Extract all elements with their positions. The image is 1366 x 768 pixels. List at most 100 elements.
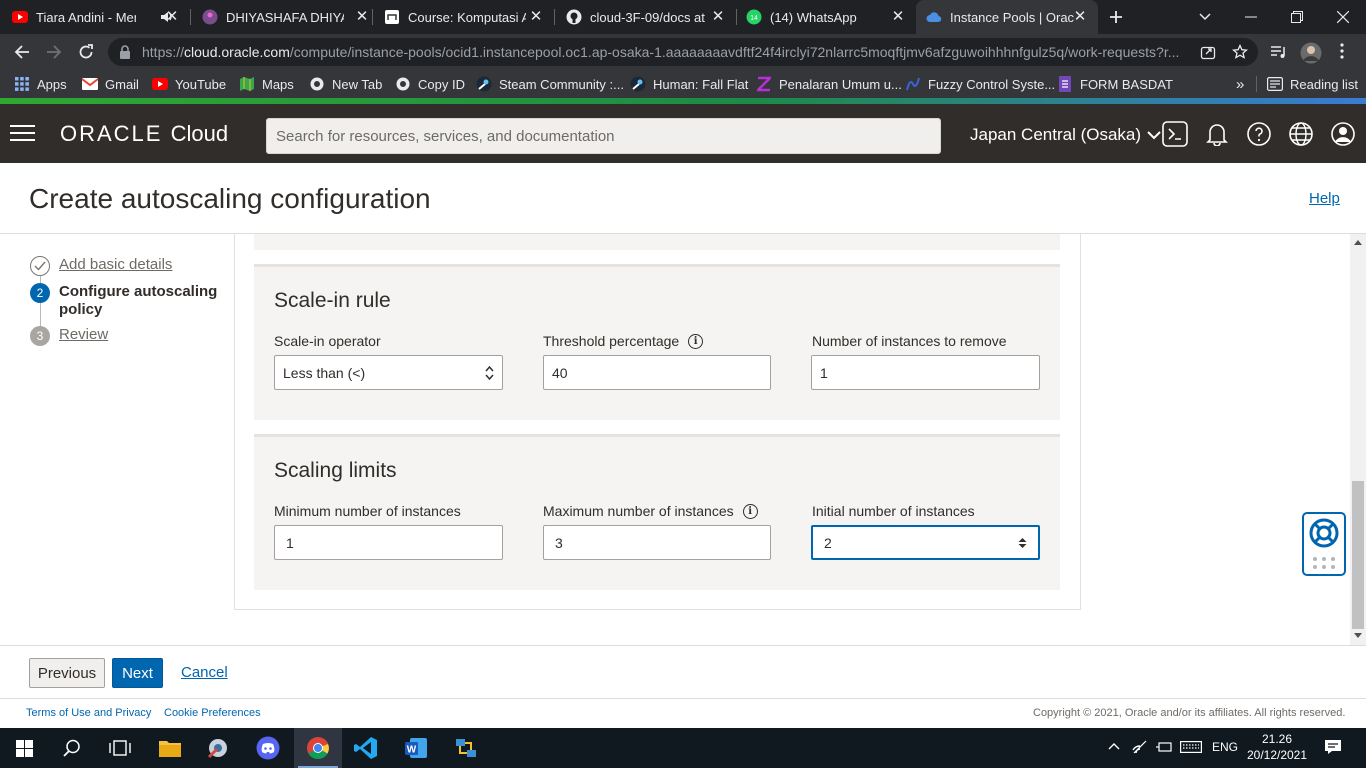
instances-to-remove-input[interactable]: 1 [811,355,1040,390]
initial-instances-input[interactable]: 2 [811,525,1040,560]
bookmark-form-basdat[interactable]: FORM BASDAT [1057,74,1173,94]
scroll-down-arrow-icon[interactable] [1354,633,1362,639]
info-icon[interactable]: i [688,333,704,349]
bookmark-apps[interactable]: Apps [14,74,67,94]
profile-avatar-icon[interactable] [1300,42,1322,64]
hamburger-menu-icon[interactable] [10,124,35,142]
taskbar-discord[interactable] [244,728,292,768]
maximum-instances-input[interactable]: 3 [543,525,771,560]
taskbar-chrome[interactable] [294,728,342,768]
fuzzy-icon [905,76,921,92]
youtube-icon [12,9,28,25]
bookmark-penalaran-umum[interactable]: Penalaran Umum u... [756,74,902,94]
user-profile-icon[interactable] [1330,121,1356,147]
browser-tab[interactable]: Tiara Andini - Men ✕ [12,0,190,34]
windows-logo-icon [15,739,33,757]
reading-list-button[interactable]: Reading list [1267,74,1358,94]
browser-tab[interactable]: cloud-3F-09/docs at m ✕ [566,0,736,34]
browser-tab[interactable]: 14 (14) WhatsApp ✕ [746,0,916,34]
media-control-icon[interactable] [1270,44,1288,60]
input-language[interactable]: ENG [1212,740,1238,754]
minimum-instances-input[interactable]: 1 [274,525,503,560]
new-tab-button[interactable] [1108,0,1132,34]
taskbar-clock[interactable]: 21.26 20/12/2021 [1245,731,1309,763]
minimize-button[interactable] [1228,0,1274,34]
moodle-icon [384,9,400,25]
bookmark-fuzzy-control[interactable]: Fuzzy Control Syste... [905,74,1055,94]
close-tab-icon[interactable]: ✕ [710,9,726,25]
maps-icon [239,76,255,92]
notifications-bell-icon[interactable] [1204,121,1230,147]
bookmark-maps[interactable]: Maps [239,74,294,94]
back-button[interactable] [10,40,34,64]
info-icon[interactable]: i [742,503,758,519]
close-tab-icon[interactable]: ✕ [354,9,370,25]
next-button[interactable]: Next [112,658,163,688]
scrollbar-thumb[interactable] [1352,481,1364,629]
close-tab-icon[interactable]: ✕ [1072,9,1088,25]
browser-tab[interactable]: Course: Komputasi Aw ✕ [384,0,554,34]
bookmark-copy-id[interactable]: Copy ID [395,74,465,94]
tab-search-button[interactable] [1182,0,1228,34]
cancel-link[interactable]: Cancel [181,664,228,681]
select-arrows-icon [485,365,494,381]
step-add-basic-details[interactable]: Add basic details [30,256,172,276]
taskbar-network-app[interactable] [442,728,490,768]
help-link[interactable]: Help [1309,190,1340,207]
lock-icon[interactable] [119,45,131,59]
bookmark-steam-community[interactable]: Steam Community :... [476,74,624,94]
restore-button[interactable] [1274,0,1320,34]
taskbar-file-explorer[interactable] [146,728,194,768]
threshold-percentage-input[interactable]: 40 [543,355,771,390]
step-number: 2 [30,283,50,303]
bookmark-youtube[interactable]: YouTube [152,74,226,94]
browser-tab[interactable]: DHIYASHAFA DHIYAH ✕ [202,0,380,34]
share-icon[interactable] [1200,44,1216,60]
scale-in-operator-select[interactable]: Less than (<) [274,355,503,390]
taskbar-app[interactable] [194,728,242,768]
region-selector[interactable]: Japan Central (Osaka) [970,125,1161,145]
bookmark-gmail[interactable]: Gmail [82,74,139,94]
oracle-cloud-icon [926,9,942,25]
previous-button[interactable]: Previous [29,658,105,688]
taskbar-vscode[interactable] [342,728,390,768]
bookmarks-overflow-button[interactable]: » [1236,74,1244,94]
terms-link[interactable]: Terms of Use and Privacy [26,707,151,719]
global-search-input[interactable]: Search for resources, services, and docu… [266,118,941,154]
keyboard-icon[interactable] [1180,741,1202,753]
close-window-button[interactable] [1320,0,1366,34]
spinner-arrows-icon[interactable] [1018,537,1027,549]
close-tab-icon[interactable]: ✕ [528,9,544,25]
battery-plug-icon[interactable] [1156,741,1172,753]
cookie-preferences-link[interactable]: Cookie Preferences [164,707,261,719]
bookmark-star-icon[interactable] [1232,44,1248,60]
drag-handle-icon[interactable] [1312,556,1336,570]
taskbar-search-button[interactable] [48,728,96,768]
bookmark-human-fall-flat[interactable]: Human: Fall Flat [630,74,748,94]
oracle-cloud-logo[interactable]: ORACLE Cloud [60,121,228,147]
url-text[interactable]: https://cloud.oracle.com/compute/instanc… [142,44,1192,60]
kebab-menu-icon[interactable] [1340,43,1344,59]
close-tab-icon[interactable]: ✕ [164,9,180,25]
browser-tab-active[interactable]: Instance Pools | Oracle ✕ [916,0,1098,34]
close-tab-icon[interactable]: ✕ [890,9,906,25]
cloud-shell-icon[interactable] [1162,121,1188,147]
start-button[interactable] [0,728,48,768]
help-question-icon[interactable] [1246,121,1272,147]
step-review[interactable]: 3 Review [30,326,108,346]
reload-button[interactable] [74,40,98,64]
profile-icon [202,9,218,25]
globe-icon [395,76,411,92]
globe-icon [309,76,325,92]
task-view-button[interactable] [96,728,144,768]
notification-center-icon[interactable] [1324,739,1342,755]
language-globe-icon[interactable] [1288,121,1314,147]
reading-list-icon [1267,76,1283,92]
scroll-up-arrow-icon[interactable] [1354,239,1362,245]
bookmark-new-tab[interactable]: New Tab [309,74,382,94]
wifi-icon[interactable] [1132,740,1148,754]
chevron-up-icon[interactable] [1108,742,1120,750]
forward-button[interactable] [42,40,66,64]
taskbar-word[interactable]: W [392,728,440,768]
support-widget[interactable] [1302,512,1346,576]
